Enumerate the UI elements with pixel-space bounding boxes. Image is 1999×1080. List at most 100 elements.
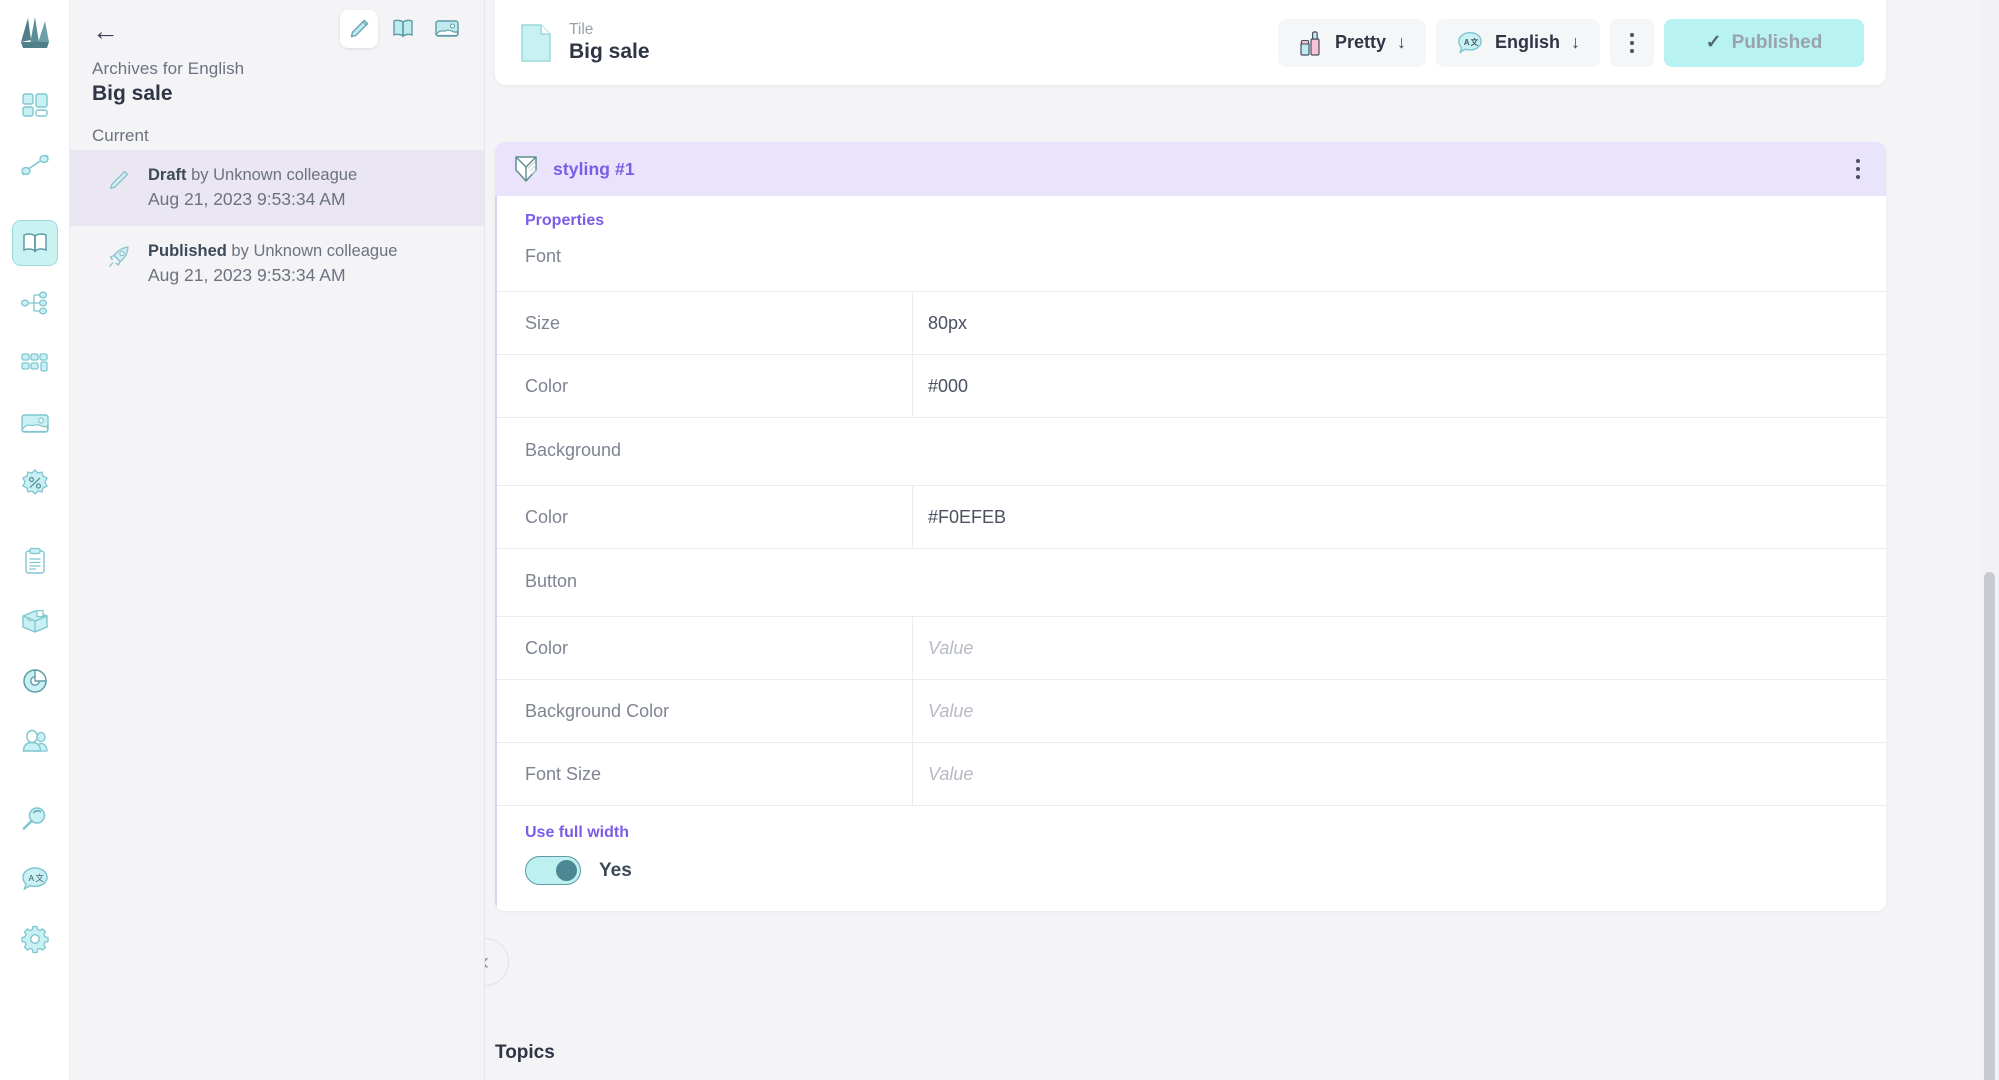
lipstick-icon [1298,29,1324,57]
kebab-dot [1856,167,1860,171]
revision-item-published[interactable]: Published by Unknown colleague Aug 21, 2… [70,226,484,302]
sidebar-item-search[interactable] [12,796,58,842]
collapse-panel-button[interactable]: ‹ [485,938,509,986]
sidebar-item-structure[interactable] [12,280,58,326]
shield-3d-icon [513,154,539,184]
sidebar-item-media[interactable] [12,400,58,446]
properties-label: Properties [525,212,605,229]
svg-text:A: A [1464,37,1470,46]
chevron-down-icon: ↓ [1396,32,1406,52]
table-row[interactable]: Color Value [497,617,1886,680]
revision-timestamp: Aug 21, 2023 9:53:34 AM [148,189,346,210]
revision-text: Published by Unknown colleague Aug 21, 2… [148,240,397,288]
view-preview-button[interactable] [428,10,466,48]
row-key: Color [497,617,913,679]
group-heading-background: Background [497,418,1886,486]
row-key: Color [497,355,913,417]
use-full-width-block: Use full width Yes [497,806,1886,911]
language-select-button[interactable]: A 文 English ↓ [1435,18,1600,67]
chart-icon [20,666,50,696]
row-value[interactable]: #F0EFEB [913,486,1886,548]
revision-list: Draft by Unknown colleague Aug 21, 2023 … [70,150,484,302]
document-header-texts: Tile Big sale [569,21,1278,65]
table-row[interactable]: Color #F0EFEB [497,486,1886,549]
document-header: Tile Big sale Pretty ↓ A 文 English ↓ ✓ P… [495,0,1886,85]
revision-status-line: Published by Unknown colleague [148,242,397,260]
dashboard-icon [20,90,50,120]
app-root: A 文 ← Archives for English Big sale Curr… [0,0,1999,1080]
row-value[interactable]: #000 [913,355,1886,417]
sidebar-item-settings[interactable] [12,916,58,962]
sidebar-item-analytics[interactable] [12,658,58,704]
revision-author: by Unknown colleague [186,166,358,184]
row-key: Color [497,486,913,548]
box-icon [20,606,50,636]
sidebar-item-translations[interactable]: A 文 [12,856,58,902]
sidebar-item-connectors[interactable] [12,142,58,188]
publish-status-button[interactable]: ✓ Published [1664,18,1864,67]
breadcrumb: Archives for English [92,59,245,78]
svg-text:A: A [28,873,34,883]
kebab-dot [1630,40,1634,45]
row-value-input[interactable]: Value [913,617,1886,679]
sitemap-icon [20,288,50,318]
revision-item-draft[interactable]: Draft by Unknown colleague Aug 21, 2023 … [70,150,484,226]
row-value-input[interactable]: Value [913,743,1886,805]
kebab-dot [1856,159,1860,163]
styling-card-header[interactable]: styling #1 [495,142,1886,196]
app-logo[interactable] [13,12,57,56]
styling-card-body: Properties Font Size 80px Color #000 Bac… [495,196,1886,911]
styling-card-menu-button[interactable] [1852,153,1864,185]
row-value[interactable]: 80px [913,292,1886,354]
sidebar-item-dashboard[interactable] [12,82,58,128]
table-row[interactable]: Font Size Value [497,743,1886,806]
row-key: Background Color [497,680,913,742]
theme-select-label: Pretty [1334,32,1386,52]
translate-icon: A 文 [1456,29,1484,57]
group-heading-button: Button [497,549,1886,617]
page-title: Big sale [92,82,173,105]
row-key: Size [497,292,913,354]
back-button[interactable]: ← [92,18,119,45]
use-full-width-label: Use full width [525,824,629,841]
toggle-knob [556,859,577,881]
kebab-dot [1630,32,1634,37]
table-row[interactable]: Size 80px [497,292,1886,355]
view-edit-button[interactable] [340,10,378,48]
image-icon [20,408,50,438]
primary-nav-rail: A 文 [0,0,70,1080]
svg-text:文: 文 [35,873,44,883]
sidebar-item-blocks[interactable] [12,340,58,386]
more-options-button[interactable] [1610,18,1654,67]
scrollbar-track[interactable] [1980,0,1999,1080]
view-read-button[interactable] [384,10,422,48]
row-value-input[interactable]: Value [913,680,1886,742]
scrollbar-thumb[interactable] [1984,572,1995,1080]
svg-text:文: 文 [1470,36,1478,46]
revision-timestamp: Aug 21, 2023 9:53:34 AM [148,265,346,286]
styling-card-title: styling #1 [553,158,635,179]
table-row[interactable]: Color #000 [497,355,1886,418]
use-full-width-toggle[interactable] [525,856,581,885]
sidebar-item-products[interactable] [12,598,58,644]
users-icon [20,726,50,756]
sidebar-item-promotions[interactable] [12,460,58,506]
panel-view-toggle-group [340,10,466,48]
document-title: Big sale [569,40,650,64]
status-badge: Draft [148,166,187,184]
document-kicker: Tile [569,20,594,38]
sidebar-item-customers[interactable] [12,718,58,764]
book-icon [390,16,416,42]
book-icon [20,228,50,258]
table-row[interactable]: Background Color Value [497,680,1886,743]
rocket-icon [106,240,134,270]
revision-status-line: Draft by Unknown colleague [148,166,357,184]
theme-select-button[interactable]: Pretty ↓ [1277,18,1426,67]
use-full-width-value: Yes [599,859,632,881]
sidebar-item-orders[interactable] [12,538,58,584]
revisions-section-label: Current [92,126,149,145]
main-content: Tile Big sale Pretty ↓ A 文 English ↓ ✓ P… [485,0,1999,1080]
translate-icon: A 文 [20,864,50,894]
sidebar-item-content[interactable] [11,220,58,266]
status-badge: Published [148,241,227,260]
